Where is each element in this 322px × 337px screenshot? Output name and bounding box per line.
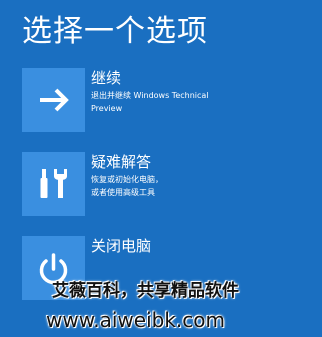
troubleshoot-description: 恢复或初始化电脑， 或者使用高级工具 — [91, 173, 291, 199]
watermark-text: 艾薇百科，共享精品软件 — [52, 281, 239, 301]
arrow-right-icon — [40, 88, 69, 112]
continue-option[interactable]: 继续 退出并继续 Windows Technical Preview — [22, 68, 312, 132]
page-title: 选择一个选项 — [22, 14, 208, 49]
troubleshoot-description-line: 恢复或初始化电脑， — [91, 175, 163, 184]
watermark-url: www.aiweibk.com — [46, 308, 225, 332]
troubleshoot-tile[interactable] — [22, 152, 85, 216]
continue-description-line: 退出并继续 Windows Technical — [91, 91, 209, 100]
continue-description: 退出并继续 Windows Technical Preview — [91, 89, 291, 115]
troubleshoot-option[interactable]: 疑难解答 恢复或初始化电脑， 或者使用高级工具 — [22, 152, 312, 216]
troubleshoot-label: 疑难解答 — [91, 153, 152, 171]
shutdown-label: 关闭电脑 — [91, 237, 152, 255]
troubleshoot-description-line: 或者使用高级工具 — [91, 188, 155, 197]
continue-tile[interactable] — [22, 68, 85, 132]
continue-label: 继续 — [91, 69, 122, 87]
tools-icon — [40, 169, 67, 198]
continue-description-line: Preview — [91, 104, 123, 113]
